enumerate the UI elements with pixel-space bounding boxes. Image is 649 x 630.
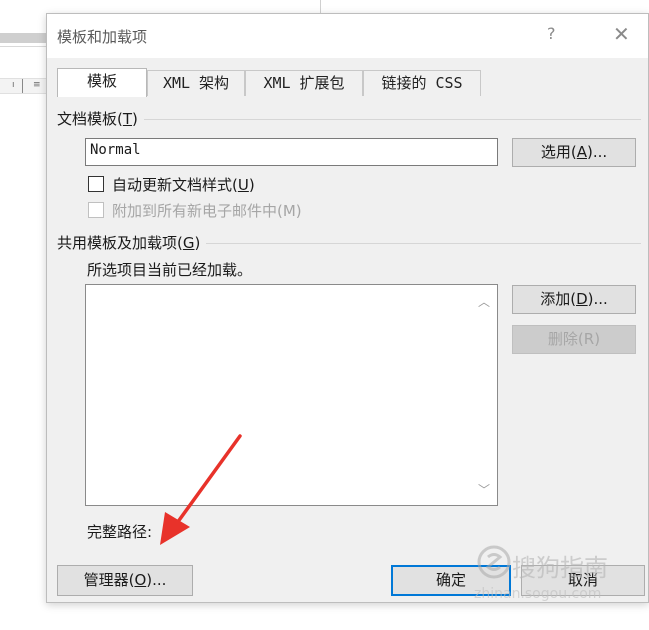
auto-update-styles-label[interactable]: 自动更新文档样式(U) <box>112 174 255 195</box>
global-templates-group-label: 共用模板及加载项(G) <box>57 232 207 253</box>
scroll-down-icon[interactable]: ﹀ <box>478 481 490 498</box>
document-template-divider <box>57 119 641 120</box>
tab-templates[interactable]: 模板 <box>57 68 147 97</box>
full-path-label: 完整路径: <box>87 523 153 541</box>
document-template-group-label: 文档模板(T) <box>57 108 144 129</box>
close-icon[interactable]: ✕ <box>613 22 630 46</box>
sogou-logo-icon <box>477 545 511 579</box>
ruler-indent-marker <box>22 79 23 93</box>
templates-addins-dialog: 模板和加载项 ? ✕ 模板 XML 架构 XML 扩展包 链接的 CSS 文档模… <box>46 13 649 603</box>
select-template-button[interactable]: 选用(A)... <box>512 138 636 167</box>
ruler-mark: ≡ <box>33 80 41 90</box>
background-toolbar <box>0 33 46 43</box>
loaded-status-text: 所选项目当前已经加载。 <box>87 261 253 279</box>
add-template-button[interactable]: 添加(D)... <box>512 285 636 314</box>
dialog-titlebar: 模板和加载项 ? ✕ <box>47 14 648 58</box>
organizer-button[interactable]: 管理器(O)... <box>57 565 193 596</box>
watermark-url: zhinan.sogou.com <box>474 586 602 602</box>
tab-xml-schema[interactable]: XML 架构 <box>147 70 245 96</box>
auto-update-styles-checkbox[interactable] <box>88 176 104 192</box>
dialog-title: 模板和加载项 <box>57 28 148 46</box>
background-divider <box>320 0 321 13</box>
background-ruler: ı ≡ <box>0 78 46 94</box>
watermark-brand: 搜狗指南 <box>512 554 608 582</box>
template-path-field[interactable]: Normal <box>85 138 498 166</box>
tab-linked-css[interactable]: 链接的 CSS <box>363 70 481 96</box>
help-icon[interactable]: ? <box>547 24 556 43</box>
attach-email-checkbox <box>88 202 104 218</box>
tab-xml-expansion-packs[interactable]: XML 扩展包 <box>245 70 363 96</box>
ruler-mark: ı <box>12 80 15 90</box>
scroll-up-icon[interactable]: ︿ <box>478 293 490 310</box>
global-templates-list[interactable]: ︿ ﹀ <box>85 284 498 506</box>
remove-template-button: 删除(R) <box>512 325 636 354</box>
attach-email-label: 附加到所有新电子邮件中(M) <box>112 202 302 220</box>
background-divider-line <box>0 46 46 47</box>
